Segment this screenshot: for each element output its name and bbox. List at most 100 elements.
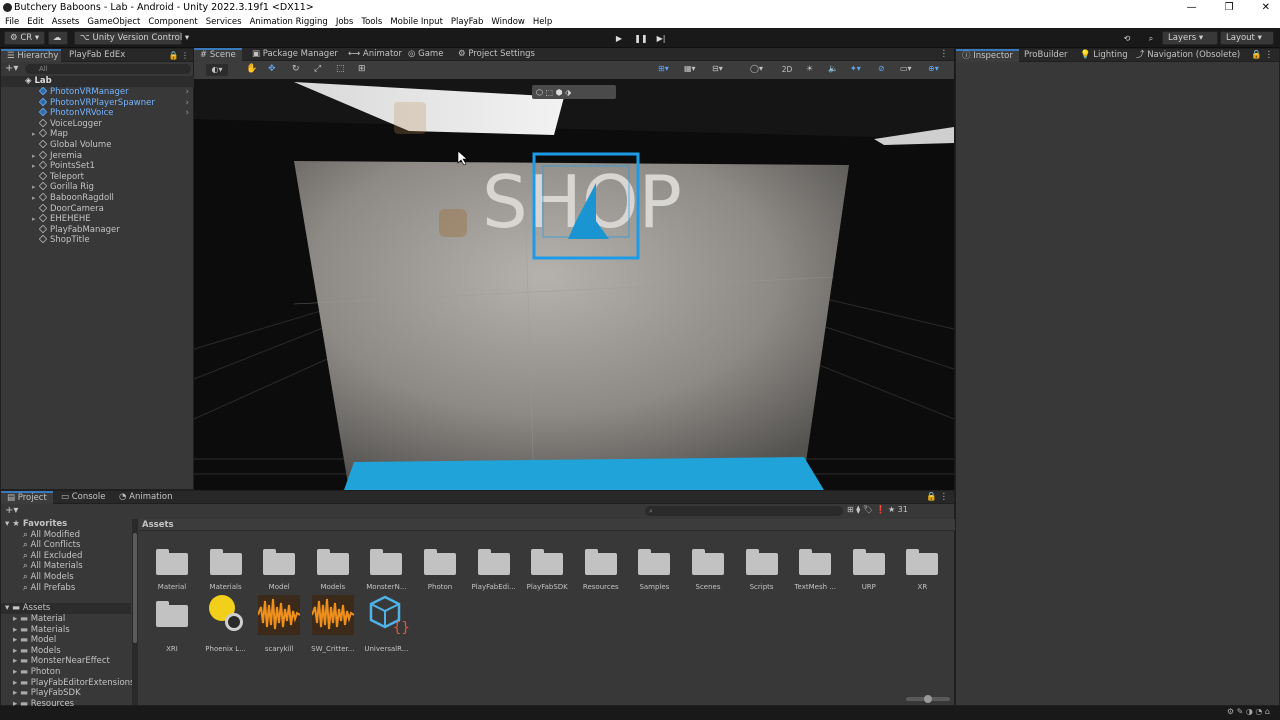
- menu-jobs[interactable]: Jobs: [336, 16, 354, 28]
- hierarchy-item[interactable]: Global Volume: [1, 139, 191, 151]
- asset-item[interactable]: URP: [842, 533, 896, 591]
- hierarchy-item[interactable]: ShopTitle: [1, 235, 191, 246]
- asset-tree-item[interactable]: ▸ ▬ PlayFabSDK: [13, 688, 81, 699]
- favorite-item[interactable]: ⌕ All Conflicts: [23, 540, 80, 551]
- asset-tree-item[interactable]: ▸ ▬ Material: [13, 614, 65, 625]
- rect-tool-icon[interactable]: ⬚: [336, 64, 345, 74]
- asset-item[interactable]: PlayFabEdi...: [467, 533, 521, 591]
- layers-dropdown[interactable]: Layers ▾: [1162, 31, 1218, 45]
- scene-viewport[interactable]: SHOP ⬡ ⬚ ⬢ ⬗: [194, 79, 954, 490]
- asset-tree-item[interactable]: ▸ ▬ Model: [13, 635, 56, 646]
- tab-probuilder[interactable]: ProBuilder: [1018, 49, 1074, 62]
- tab-inspector[interactable]: ⓘ Inspector: [956, 49, 1019, 62]
- hand-tool-icon[interactable]: ✋: [246, 64, 257, 74]
- tab-console[interactable]: ▭ Console: [55, 491, 111, 504]
- menu-window[interactable]: Window: [491, 16, 525, 28]
- hierarchy-item[interactable]: ▸ Jeremia: [1, 150, 191, 162]
- zoom-slider[interactable]: [906, 695, 950, 703]
- favorite-item[interactable]: ⌕ All Models: [23, 572, 74, 583]
- camera-icon[interactable]: ▭▾: [900, 64, 912, 73]
- hierarchy-item[interactable]: ▸ Gorilla Rig: [1, 182, 191, 193]
- hidden-objects-icon[interactable]: ⊘: [878, 64, 885, 73]
- assets-header[interactable]: ▾ ▬ Assets: [1, 603, 131, 614]
- tab-project[interactable]: ▤ Project: [1, 491, 53, 504]
- project-search-input[interactable]: ⌕: [645, 506, 843, 516]
- snap-increment-icon[interactable]: ▦▾: [684, 64, 696, 73]
- asset-item[interactable]: PlayFabSDK: [520, 533, 574, 591]
- scene-row[interactable]: ◈ Lab: [1, 76, 195, 87]
- rotate-tool-icon[interactable]: ↻: [292, 64, 300, 74]
- hierarchy-item[interactable]: ▸ PointsSet1: [1, 160, 191, 172]
- menu-playfab[interactable]: PlayFab: [451, 16, 483, 28]
- menu-edit[interactable]: Edit: [27, 16, 43, 28]
- breadcrumb-assets[interactable]: Assets: [142, 519, 174, 531]
- hierarchy-item[interactable]: Teleport: [1, 171, 191, 183]
- hierarchy-search-input[interactable]: All: [25, 64, 191, 74]
- 2d-toggle[interactable]: 2D: [776, 64, 798, 76]
- history-icon[interactable]: ⟲: [1118, 32, 1136, 45]
- expand-arrow-icon[interactable]: ▸: [32, 214, 39, 225]
- draw-mode-icon[interactable]: ◐▾: [206, 64, 228, 76]
- menu-services[interactable]: Services: [206, 16, 242, 28]
- hierarchy-item[interactable]: PhotonVRVoice ›: [1, 107, 191, 119]
- favorite-item[interactable]: ⌕ All Modified: [23, 530, 80, 541]
- version-control-dropdown[interactable]: ⌥ Unity Version Control ▾: [74, 31, 189, 45]
- effects-icon[interactable]: ✦▾: [850, 64, 861, 73]
- transform-tool-icon[interactable]: ⊞: [358, 64, 366, 74]
- hierarchy-item[interactable]: ▸ EHEHEHE: [1, 213, 191, 225]
- tab-project-settings[interactable]: ⚙ Project Settings: [452, 48, 541, 61]
- asset-item[interactable]: XRI: [145, 595, 199, 653]
- project-menu-icon[interactable]: 🔒 ⋮: [926, 491, 948, 504]
- hierarchy-item[interactable]: PlayFabManager: [1, 224, 191, 236]
- menu-gameobject[interactable]: GameObject: [87, 16, 140, 28]
- asset-item[interactable]: Phoenix L...: [199, 595, 253, 653]
- asset-item[interactable]: Scenes: [681, 533, 735, 591]
- layout-dropdown[interactable]: Layout ▾: [1220, 31, 1274, 45]
- hierarchy-item[interactable]: DoorCamera: [1, 203, 191, 215]
- asset-item[interactable]: XR: [895, 533, 949, 591]
- asset-tree-item[interactable]: ▸ ▬ Models: [13, 646, 61, 657]
- tab-game[interactable]: ◎ Game: [402, 48, 449, 61]
- expand-arrow-icon[interactable]: ▸: [32, 129, 39, 140]
- tab-animator[interactable]: ⟷ Animator: [342, 48, 408, 61]
- shading-mode-icon[interactable]: ◯▾: [750, 64, 763, 73]
- close-button[interactable]: ✕: [1262, 0, 1270, 16]
- pause-icon[interactable]: ❚❚: [632, 32, 650, 45]
- grid-snap-icon[interactable]: ⊞▾: [658, 64, 669, 73]
- asset-item[interactable]: Resources: [574, 533, 628, 591]
- panel-menu-icon[interactable]: 🔒 ⋮: [168, 49, 189, 62]
- asset-item[interactable]: {} UniversalR...: [359, 595, 413, 653]
- asset-item[interactable]: Photon: [413, 533, 467, 591]
- asset-item[interactable]: Samples: [627, 533, 681, 591]
- minimize-button[interactable]: —: [1187, 0, 1197, 16]
- tab-playfab-edex[interactable]: PlayFab EdEx: [63, 49, 131, 62]
- maximize-button[interactable]: ❐: [1225, 0, 1234, 16]
- status-icons[interactable]: ⚙ ✎ ◑ ◔ ⌂: [1227, 707, 1270, 716]
- favorites-header[interactable]: ▾ ★ Favorites: [5, 519, 67, 530]
- prefab-open-arrow-icon[interactable]: ›: [186, 108, 189, 119]
- asset-item[interactable]: scarykill: [252, 595, 306, 653]
- asset-item[interactable]: Model: [252, 533, 306, 591]
- create-asset-icon[interactable]: +▾: [5, 505, 18, 516]
- tab-hierarchy[interactable]: ☰ Hierarchy: [1, 49, 61, 62]
- asset-item[interactable]: Models: [306, 533, 360, 591]
- ruler-icon[interactable]: ⊟▾: [712, 64, 723, 73]
- scale-tool-icon[interactable]: ⤢: [314, 64, 321, 74]
- menu-help[interactable]: Help: [533, 16, 552, 28]
- expand-arrow-icon[interactable]: ▸: [32, 193, 39, 204]
- asset-item[interactable]: SW_Critter...: [306, 595, 360, 653]
- lighting-icon[interactable]: ☀: [806, 64, 813, 73]
- hierarchy-item[interactable]: ▸ Map: [1, 129, 191, 140]
- prefab-open-arrow-icon[interactable]: ›: [186, 87, 189, 98]
- inspector-menu-icon[interactable]: 🔒 ⋮: [1251, 49, 1273, 62]
- menu-component[interactable]: Component: [148, 16, 197, 28]
- tab-scene[interactable]: # Scene: [194, 48, 242, 61]
- expand-arrow-icon[interactable]: ▸: [32, 182, 39, 193]
- asset-item[interactable]: Material: [145, 533, 199, 591]
- favorite-item[interactable]: ⌕ All Materials: [23, 561, 83, 572]
- asset-tree-item[interactable]: ▸ ▬ PlayFabEditorExtensions: [13, 678, 134, 689]
- search-icon[interactable]: ⌕: [1142, 32, 1160, 45]
- add-icon[interactable]: +▾: [5, 64, 19, 74]
- expand-arrow-icon[interactable]: ▸: [32, 151, 39, 162]
- hierarchy-item[interactable]: PhotonVRManager ›: [1, 86, 191, 98]
